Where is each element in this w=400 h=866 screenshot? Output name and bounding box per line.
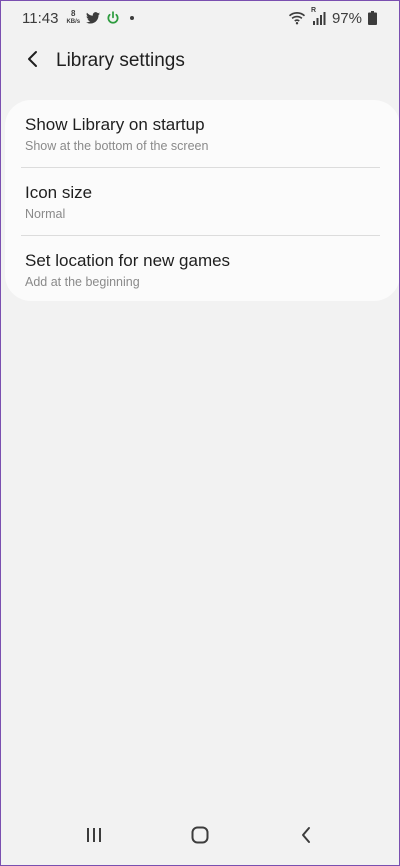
network-speed-unit: KB/s — [66, 19, 81, 25]
back-button[interactable] — [13, 41, 53, 81]
power-icon — [106, 11, 120, 25]
battery-icon — [368, 11, 377, 25]
page-title: Library settings — [56, 50, 185, 71]
signal-icon: R — [311, 7, 326, 25]
wifi-icon — [288, 11, 306, 25]
home-icon — [191, 826, 209, 849]
home-button[interactable] — [175, 817, 225, 857]
nav-back-icon — [300, 826, 312, 849]
setting-summary: Normal — [25, 207, 66, 221]
roaming-indicator: R — [310, 7, 317, 14]
setting-location-new-games[interactable]: Set location for new games Add at the be… — [5, 236, 399, 303]
setting-title: Set location for new games — [25, 251, 231, 270]
settings-card: Show Library on startup Show at the bott… — [5, 100, 399, 303]
navigation-bar — [1, 809, 399, 865]
setting-title: Show Library on startup — [25, 115, 205, 134]
network-speed-indicator: 8 KB/s — [66, 10, 80, 26]
setting-summary: Show at the bottom of the screen — [25, 139, 209, 153]
notification-dot — [130, 16, 135, 20]
app-header: Library settings — [1, 41, 399, 81]
recent-apps-icon — [86, 827, 102, 848]
nav-back-button[interactable] — [281, 817, 331, 857]
status-right: R 97% — [288, 7, 377, 27]
recent-apps-button[interactable] — [69, 817, 119, 857]
app-frame: 11:43 8 KB/s R 97% Library settings Show… — [0, 0, 400, 866]
setting-summary: Add at the beginning — [25, 275, 140, 289]
status-time: 11:43 — [22, 9, 59, 27]
setting-show-library-on-startup[interactable]: Show Library on startup Show at the bott… — [5, 100, 399, 167]
battery-percent: 97% — [331, 9, 362, 27]
network-speed-value: 8 — [71, 9, 76, 18]
back-arrow-icon — [26, 50, 40, 73]
setting-title: Icon size — [25, 183, 93, 202]
status-left: 11:43 8 KB/s — [22, 9, 135, 27]
setting-icon-size[interactable]: Icon size Normal — [5, 168, 399, 235]
status-bar: 11:43 8 KB/s R 97% — [1, 1, 399, 35]
twitter-icon — [86, 12, 101, 24]
